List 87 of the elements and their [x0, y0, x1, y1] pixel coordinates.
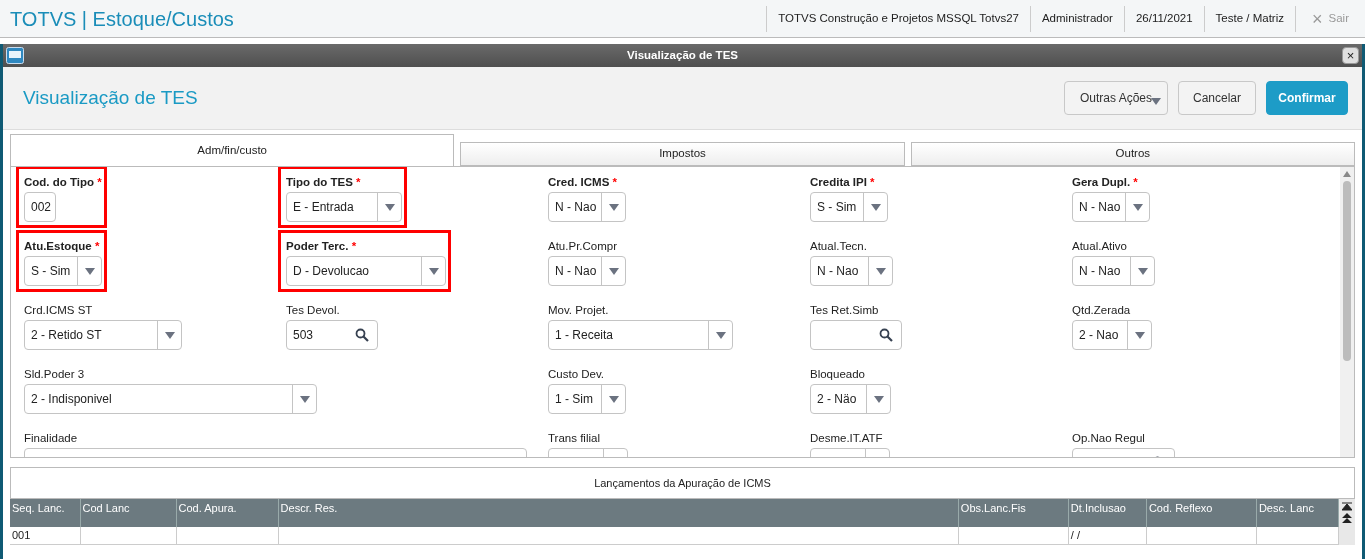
field-label: Crd.ICMS ST: [24, 303, 93, 317]
app-bar-info: TOTVS Construção e Projetos MSSQL Totvs27: [766, 5, 1030, 32]
field-label: Qtd.Zerada: [1072, 303, 1131, 317]
field-label: Op.Nao Regul: [1072, 431, 1145, 445]
action-button[interactable]: Outras Ações: [1064, 81, 1168, 115]
column-header[interactable]: Dt.Inclusao: [1068, 499, 1147, 527]
caret-icon: [873, 395, 884, 403]
field-label: Cod. do Tipo *: [24, 175, 102, 189]
app-bar-info: Teste / Matriz: [1203, 5, 1295, 32]
select-field[interactable]: 2 - Näo: [810, 384, 891, 414]
field-label: Mov. Projet.: [548, 303, 609, 317]
table-cell: / /: [1068, 527, 1147, 544]
scroll-up-icon: [1342, 513, 1352, 523]
select-field[interactable]: N - Nao: [548, 192, 626, 222]
select-field[interactable]: N - Nao: [1072, 256, 1155, 286]
window-title: Visualização de TES: [627, 47, 738, 63]
select-field[interactable]: N - Nao: [548, 256, 626, 286]
select-field[interactable]: D - Devolucao: [286, 256, 446, 286]
caret-icon: [1132, 203, 1143, 211]
scrollbar[interactable]: [1340, 167, 1354, 457]
caret-icon: [384, 203, 395, 211]
app-bar-info: Administrador: [1029, 5, 1124, 32]
field-label: Custo Dev.: [548, 367, 605, 381]
field-label: Tes Devol.: [286, 303, 340, 317]
search-icon: [879, 328, 893, 342]
tab[interactable]: Adm/fin/custo: [10, 134, 455, 166]
caret-icon: [428, 267, 439, 275]
app-title: TOTVS | Estoque/Custos: [10, 6, 234, 32]
field-label: Atu.Pr.Compr: [548, 239, 618, 253]
search-icon: [355, 328, 369, 342]
caret-icon: [164, 331, 175, 339]
table-cell: 001: [10, 527, 80, 544]
column-header[interactable]: Cod. Reflexo: [1146, 499, 1257, 527]
select-field[interactable]: N - Nao: [810, 256, 893, 286]
field-label: Atual.Tecn.: [810, 239, 867, 253]
caret-icon: [715, 331, 726, 339]
select-field[interactable]: 1 - Receita: [548, 320, 733, 350]
field-label: Poder Terc. *: [286, 239, 357, 253]
tab[interactable]: Impostos: [460, 142, 905, 166]
column-header[interactable]: Descr. Res.: [278, 499, 959, 527]
select-field[interactable]: N - Nao: [1072, 192, 1150, 222]
caret-icon: [1151, 98, 1161, 105]
field-label: Atu.Estoque *: [24, 239, 100, 253]
caret-icon: [608, 267, 619, 275]
caret-icon: [608, 203, 619, 211]
column-header[interactable]: Obs.Lanc.Fis: [958, 499, 1069, 527]
caret-icon: [875, 267, 886, 275]
field-label: Gera Dupl. *: [1072, 175, 1138, 189]
field-label: Cred. ICMS *: [548, 175, 618, 189]
select-field[interactable]: 2 - Nao: [1072, 320, 1152, 350]
select-field[interactable]: 1 - Sim: [548, 384, 626, 414]
field-label: Tipo do TES *: [286, 175, 361, 189]
caret-icon: [608, 395, 619, 403]
field-label: Atual.Ativo: [1072, 239, 1127, 253]
select-field[interactable]: S - Sim: [24, 256, 102, 286]
input-field[interactable]: 002: [24, 192, 56, 222]
column-header[interactable]: Seq. Lanc.: [10, 499, 80, 527]
scroll-up-icon: [1343, 171, 1351, 177]
field-label: Finalidade: [24, 431, 78, 445]
field-label: Sld.Poder 3: [24, 367, 85, 381]
caret-icon: [299, 395, 310, 403]
grid-title: Lançamentos da Apuração de ICMS: [593, 475, 772, 491]
select-field[interactable]: 2 - Retido ST: [24, 320, 182, 350]
scroll-top-icon: [1342, 501, 1352, 511]
action-button[interactable]: Cancelar: [1178, 81, 1256, 115]
column-header[interactable]: Cod. Apura.: [176, 499, 279, 527]
lookup-field[interactable]: 503: [286, 320, 378, 350]
page-title: Visualização de TES: [23, 85, 198, 110]
app-bar-info: 26/11/2021: [1123, 5, 1204, 32]
select-field[interactable]: E - Entrada: [286, 192, 402, 222]
tab[interactable]: Outros: [910, 142, 1355, 166]
caret-icon: [84, 267, 95, 275]
field-label: Tes Ret.Simb: [810, 303, 879, 317]
caret-icon: [1134, 331, 1145, 339]
column-header[interactable]: Desc. Lanc: [1256, 499, 1339, 527]
select-field[interactable]: 2 - Indisponivel: [24, 384, 317, 414]
column-header[interactable]: Cod Lanc: [80, 499, 177, 527]
field-label: Credita IPI *: [810, 175, 875, 189]
field-label: Trans filial: [548, 431, 600, 445]
close-button[interactable]: ×: [1342, 47, 1359, 64]
field-label: Desme.IT.ATF: [810, 431, 883, 445]
field-label: Bloqueado: [810, 367, 865, 381]
caret-icon: [870, 203, 881, 211]
caret-icon: [1137, 267, 1148, 275]
window-icon: [6, 47, 24, 64]
lookup-field[interactable]: [810, 320, 902, 350]
select-field[interactable]: S - Sim: [810, 192, 888, 222]
